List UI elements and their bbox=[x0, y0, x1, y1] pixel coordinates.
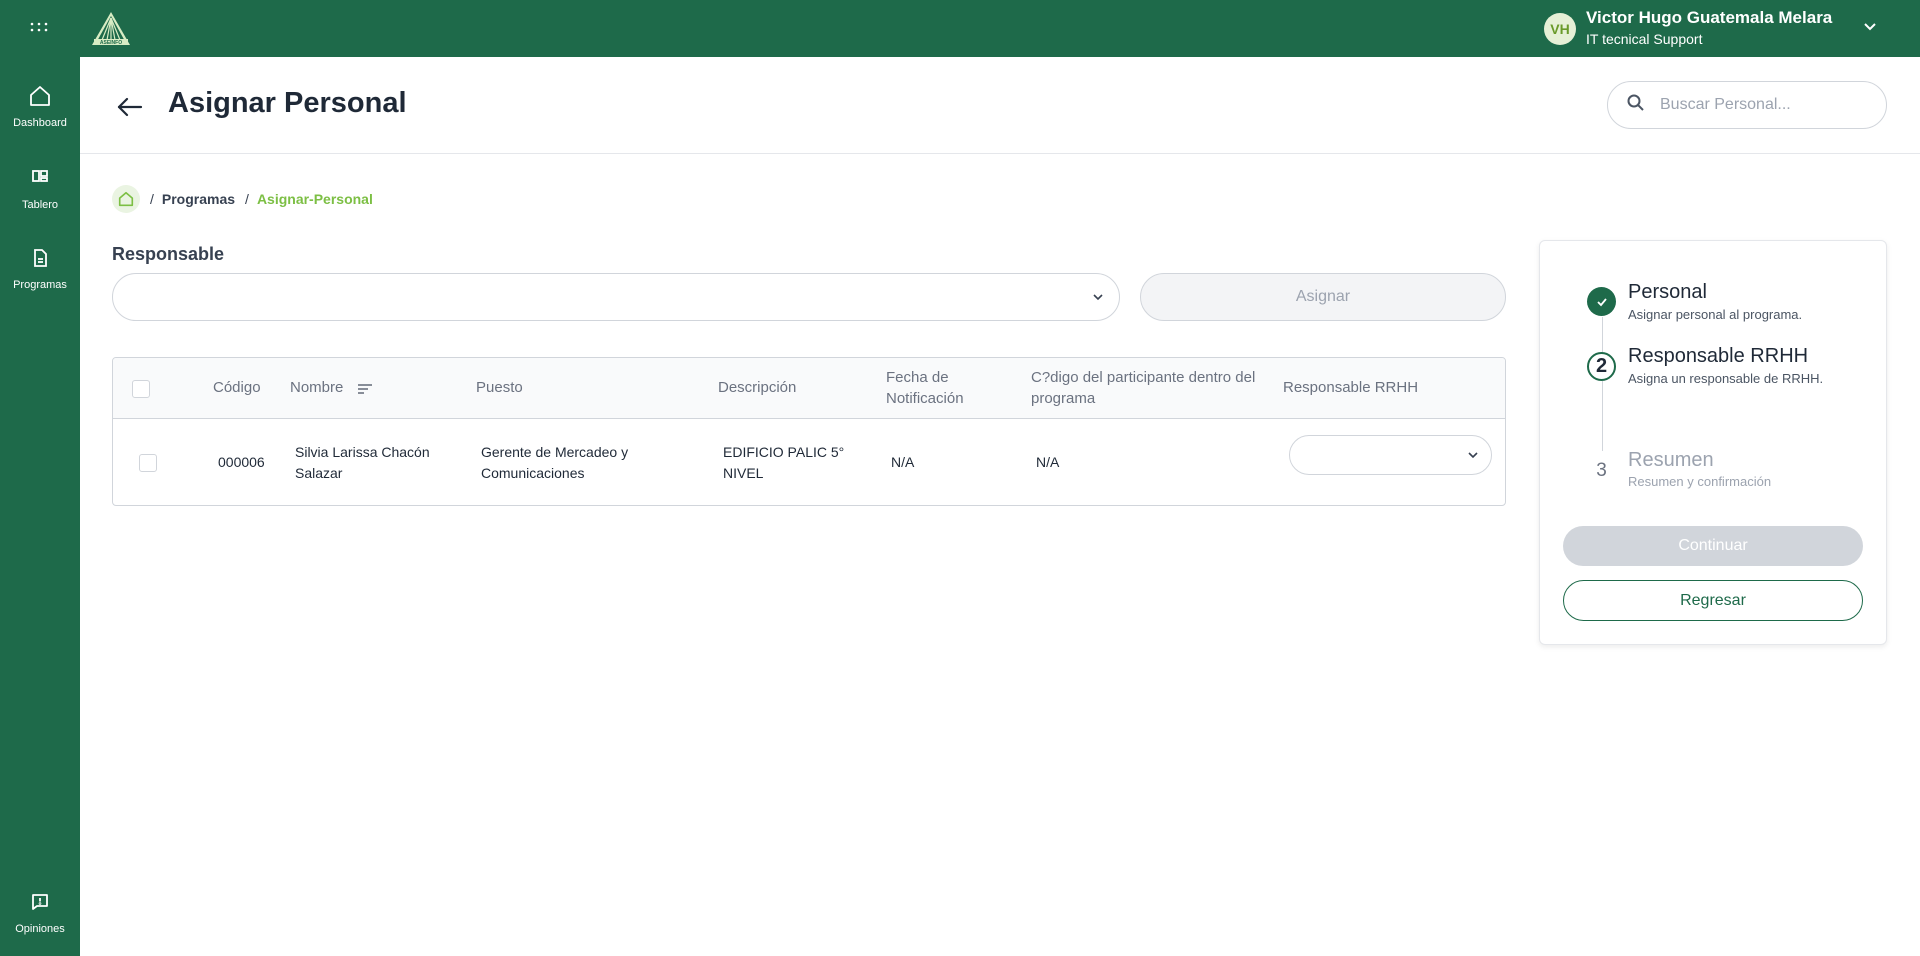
avatar[interactable]: VH bbox=[1544, 13, 1576, 45]
step-title: Resumen bbox=[1628, 449, 1714, 471]
sort-icon[interactable] bbox=[357, 383, 373, 395]
cell-descripcion: EDIFICIO PALIC 5° NIVEL bbox=[723, 444, 845, 481]
chevron-down-icon bbox=[1089, 288, 1107, 306]
step-number: 2 bbox=[1587, 352, 1616, 381]
cell-nombre: Silvia Larissa Chacón Salazar bbox=[295, 444, 430, 481]
page-title: Asignar Personal bbox=[168, 87, 407, 119]
column-header-nombre[interactable]: Nombre bbox=[290, 358, 373, 419]
feedback-icon bbox=[27, 889, 53, 915]
home-icon bbox=[27, 83, 53, 109]
sidebar-item-label: Opiniones bbox=[15, 923, 65, 935]
responsable-select[interactable] bbox=[112, 273, 1120, 321]
table-header: Código Nombre Puesto Descripción Fecha d… bbox=[113, 358, 1505, 419]
row-checkbox-cell bbox=[139, 419, 157, 505]
cell-codigo-participante: N/A bbox=[1036, 454, 1060, 471]
select-all-checkbox-cell bbox=[132, 358, 150, 419]
back-arrow-icon[interactable] bbox=[114, 91, 146, 123]
step-connector bbox=[1602, 317, 1603, 353]
step-description: Resumen y confirmación bbox=[1628, 474, 1772, 489]
column-header-puesto: Puesto bbox=[476, 379, 523, 397]
apps-grid-icon[interactable] bbox=[26, 16, 52, 38]
column-header-codigo: Código bbox=[213, 379, 261, 397]
sidebar-item-dashboard[interactable]: Dashboard bbox=[0, 83, 80, 147]
column-header-descripcion: Descripción bbox=[718, 379, 797, 397]
search-field[interactable] bbox=[1607, 81, 1887, 129]
cell-puesto: Gerente de Mercadeo y Comunicaciones bbox=[481, 444, 629, 481]
stepper-card: Personal Asignar personal al programa. 2… bbox=[1539, 240, 1887, 645]
company-logo[interactable]: ASEINFO bbox=[90, 10, 132, 48]
cell-fecha: N/A bbox=[891, 454, 915, 471]
cell-codigo: 000006 bbox=[218, 454, 265, 471]
chevron-down-icon bbox=[1465, 447, 1481, 463]
table-row[interactable]: 000006 Silvia Larissa Chacón Salazar Ger… bbox=[113, 419, 1505, 505]
document-icon bbox=[27, 245, 53, 271]
step-connector bbox=[1602, 381, 1603, 451]
column-header-codigo-participante: C?digo del participante dentro del progr… bbox=[1031, 369, 1256, 407]
user-name: Victor Hugo Guatemala Melara bbox=[1586, 8, 1833, 27]
sidebar-item-tablero[interactable]: Tablero bbox=[0, 165, 80, 229]
board-icon bbox=[27, 165, 53, 191]
staff-table: Código Nombre Puesto Descripción Fecha d… bbox=[112, 357, 1506, 506]
column-header-responsable: Responsable RRHH bbox=[1283, 379, 1419, 397]
check-icon bbox=[1587, 287, 1616, 316]
sidebar-item-label: Dashboard bbox=[13, 117, 67, 129]
assign-button[interactable]: Asignar bbox=[1140, 273, 1506, 321]
regresar-button[interactable]: Regresar bbox=[1563, 580, 1863, 621]
responsable-label: Responsable bbox=[112, 244, 225, 264]
column-header-label: Nombre bbox=[290, 379, 344, 397]
user-role: IT tecnical Support bbox=[1586, 31, 1703, 47]
home-icon[interactable] bbox=[112, 185, 140, 213]
breadcrumb-separator: / bbox=[150, 191, 154, 207]
step-title: Responsable RRHH bbox=[1628, 345, 1809, 367]
step-description: Asigna un responsable de RRHH. bbox=[1628, 371, 1824, 386]
step-number: 3 bbox=[1596, 459, 1607, 481]
sidebar: Dashboard Tablero Programas Opiniones bbox=[0, 57, 80, 956]
breadcrumb-separator: / bbox=[245, 191, 249, 207]
select-all-checkbox[interactable] bbox=[132, 379, 150, 398]
breadcrumb-link-programas[interactable]: Programas bbox=[162, 191, 235, 207]
breadcrumb-current: Asignar-Personal bbox=[256, 191, 373, 207]
responsable-rrhh-select[interactable] bbox=[1289, 435, 1492, 475]
continue-button[interactable]: Continuar bbox=[1563, 526, 1863, 566]
sidebar-item-label: Tablero bbox=[21, 199, 59, 211]
search-input[interactable] bbox=[1660, 96, 1860, 114]
step-title: Personal bbox=[1628, 281, 1707, 303]
logo-text: ASEINFO bbox=[100, 40, 122, 46]
sidebar-item-opiniones[interactable]: Opiniones bbox=[0, 889, 80, 953]
page-header: Asignar Personal bbox=[80, 57, 1920, 154]
top-bar: ASEINFO VH Victor Hugo Guatemala Melara … bbox=[0, 0, 1920, 57]
sidebar-item-programas[interactable]: Programas bbox=[0, 245, 80, 309]
search-icon bbox=[1626, 93, 1646, 118]
sidebar-item-label: Programas bbox=[13, 279, 67, 291]
breadcrumb: / Programas / Asignar-Personal bbox=[112, 184, 373, 214]
chevron-down-icon[interactable] bbox=[1860, 16, 1880, 36]
row-checkbox[interactable] bbox=[139, 453, 157, 472]
step-description: Asignar personal al programa. bbox=[1628, 307, 1803, 322]
main-content: Asignar Personal / Programas / Asignar-P… bbox=[80, 57, 1920, 956]
column-header-fecha: Fecha de Notificación bbox=[886, 369, 964, 407]
